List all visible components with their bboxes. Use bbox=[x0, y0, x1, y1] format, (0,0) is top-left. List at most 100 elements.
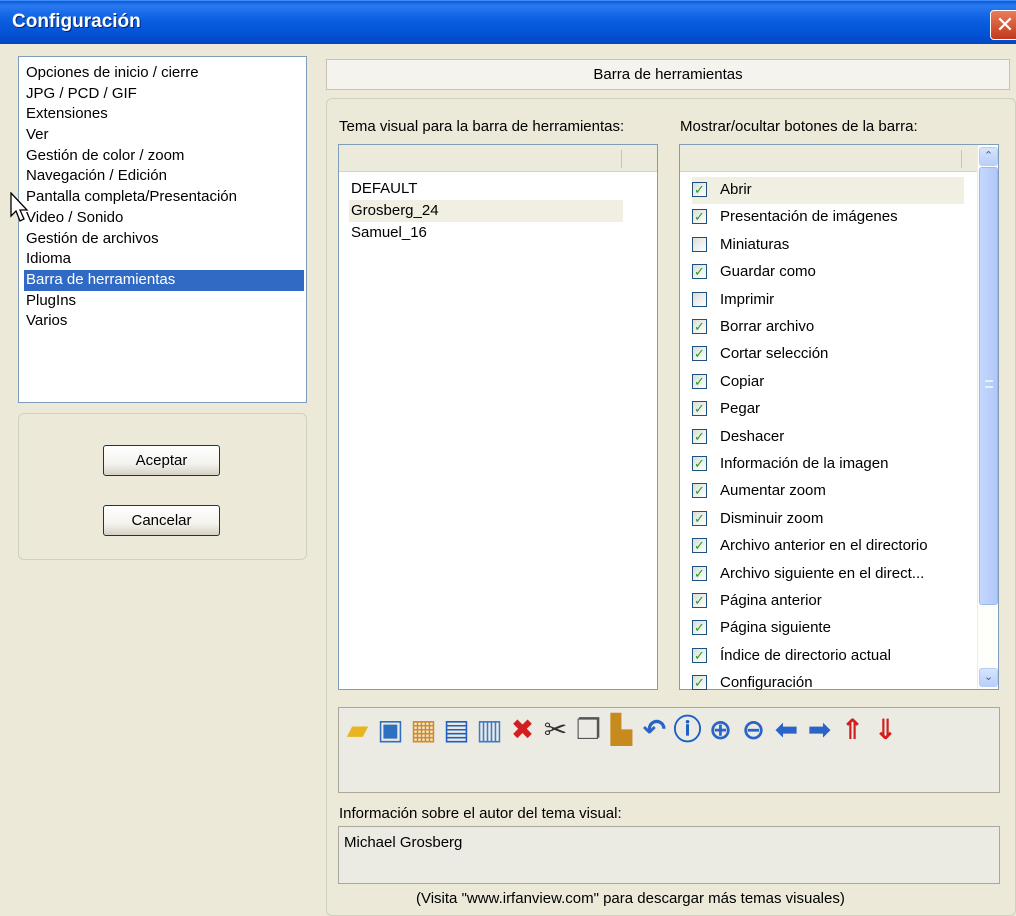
button-toggle-row[interactable]: ✓ Información de la imagen bbox=[692, 451, 964, 478]
category-item[interactable]: Extensiones bbox=[24, 104, 306, 125]
accept-button[interactable]: Aceptar bbox=[103, 445, 220, 476]
checkbox-checked[interactable]: ✓ bbox=[692, 456, 707, 471]
button-toggle-label: Índice de directorio actual bbox=[720, 646, 891, 664]
button-toggle-label: Página siguiente bbox=[720, 619, 831, 637]
close-icon: ✕ bbox=[995, 12, 1015, 37]
cut-icon: ✂ bbox=[543, 714, 568, 745]
checkbox-checked[interactable]: ✓ bbox=[692, 620, 707, 636]
checkbox-checked[interactable]: ✓ bbox=[692, 510, 707, 526]
button-toggle-label: Abrir bbox=[720, 181, 752, 198]
category-item[interactable]: Varios bbox=[24, 311, 306, 332]
button-toggle-row[interactable]: ✓ Presentación de imágenes bbox=[692, 204, 964, 231]
button-toggle-row[interactable]: ✓ Borrar archivo bbox=[692, 314, 964, 341]
button-toggle-row[interactable]: Imprimir bbox=[692, 287, 964, 314]
info-icon: ⓘ bbox=[673, 714, 702, 745]
checkbox-checked[interactable]: ✓ bbox=[692, 593, 707, 608]
button-toggle-label: Archivo siguiente en el direct... bbox=[720, 564, 925, 582]
zoom-out-icon: ⊖ bbox=[741, 714, 766, 745]
chevron-down-icon: ⌄ bbox=[983, 671, 994, 683]
button-toggle-row[interactable]: ✓ Deshacer bbox=[692, 424, 964, 451]
slideshow-icon: ▣ bbox=[377, 714, 404, 745]
category-item[interactable]: Gestión de color / zoom bbox=[24, 146, 306, 167]
button-toggle-label: Pegar bbox=[720, 400, 761, 418]
arrow-right-icon: ➡ bbox=[807, 714, 832, 745]
page-previous-icon: ⇑ bbox=[840, 714, 865, 745]
checkbox-checked[interactable]: ✓ bbox=[692, 483, 707, 499]
scroll-up-button[interactable]: ⌃ bbox=[979, 147, 998, 166]
button-toggle-label: Miniaturas bbox=[720, 235, 790, 253]
button-toggle-row[interactable]: ✓ Pegar bbox=[692, 396, 964, 423]
mouse-cursor-icon bbox=[10, 192, 29, 222]
button-toggle-row[interactable]: ✓ Aumentar zoom bbox=[692, 478, 964, 505]
checkbox-checked[interactable]: ✓ bbox=[692, 428, 707, 444]
button-toggle-row[interactable]: ✓ Copiar bbox=[692, 369, 964, 396]
scroll-down-button[interactable]: ⌄ bbox=[979, 668, 998, 687]
theme-item[interactable]: Samuel_16 bbox=[349, 222, 623, 244]
button-toggle-row[interactable]: ✓ Abrir bbox=[692, 177, 964, 204]
themes-listbox[interactable]: DEFAULT Grosberg_24 Samuel_16 bbox=[338, 144, 658, 690]
close-button[interactable]: ✕ bbox=[990, 10, 1016, 40]
page-next-icon: ⇓ bbox=[873, 714, 898, 745]
button-toggle-row[interactable]: ✓ Página siguiente bbox=[692, 615, 964, 642]
button-toggle-label: Cortar selección bbox=[720, 345, 829, 363]
button-toggle-row[interactable]: ✓ Guardar como bbox=[692, 259, 964, 286]
checkbox-checked[interactable]: ✓ bbox=[692, 565, 707, 581]
button-toggle-row[interactable]: ✓ Archivo siguiente en el direct... bbox=[692, 561, 964, 588]
checkbox-checked[interactable]: ✓ bbox=[692, 264, 707, 280]
category-item[interactable]: PlugIns bbox=[24, 291, 306, 312]
checkbox-checked[interactable]: ✓ bbox=[692, 401, 707, 417]
category-item[interactable]: Navegación / Edición bbox=[24, 166, 306, 187]
button-toggle-row[interactable]: ✓ Cortar selección bbox=[692, 341, 964, 368]
category-item[interactable]: Idioma bbox=[24, 249, 306, 270]
category-item[interactable]: Barra de herramientas bbox=[24, 269, 304, 291]
checkbox-checked[interactable]: ✓ bbox=[692, 647, 707, 663]
copy-icon: ❐ bbox=[575, 714, 602, 745]
category-item[interactable]: Gestión de archivos bbox=[24, 229, 306, 250]
undo-icon: ↶ bbox=[642, 714, 667, 745]
button-toggle-row[interactable]: ✓ Archivo anterior en el directorio bbox=[692, 533, 964, 560]
themes-list-header bbox=[339, 145, 657, 172]
theme-item[interactable]: Grosberg_24 bbox=[349, 200, 623, 222]
author-name: Michael Grosberg bbox=[344, 834, 463, 851]
footer-note: (Visita "www.irfanview.com" para descarg… bbox=[416, 890, 845, 907]
button-toggle-label: Imprimir bbox=[720, 290, 775, 308]
category-item[interactable]: Video / Sonido bbox=[24, 208, 306, 229]
checkbox-checked[interactable]: ✓ bbox=[692, 209, 707, 225]
buttons-list-label: Mostrar/ocultar botones de la barra: bbox=[680, 118, 918, 135]
column-separator bbox=[621, 150, 622, 168]
button-toggle-row[interactable]: ✓ Disminuir zoom bbox=[692, 506, 964, 533]
checkbox-unchecked[interactable] bbox=[692, 291, 707, 307]
chevron-up-icon: ⌃ bbox=[983, 150, 994, 162]
checkbox-unchecked[interactable] bbox=[692, 236, 707, 252]
checkbox-checked[interactable]: ✓ bbox=[692, 373, 707, 389]
button-toggle-label: Deshacer bbox=[720, 427, 785, 445]
save-icon: ▤ bbox=[443, 714, 470, 745]
toolbar-preview: ▰ ▣ ▦ ▤ ▥ ✖ ✂ ❐ ▙ ↶ ⓘ ⊕ ⊖ ⬅ ➡ ⇑ ⇓ bbox=[338, 707, 1000, 793]
checkbox-checked[interactable]: ✓ bbox=[692, 346, 707, 362]
button-toggle-row[interactable]: ✓ Página anterior bbox=[692, 588, 964, 615]
themes-label: Tema visual para la barra de herramienta… bbox=[339, 118, 625, 135]
button-toggle-row[interactable]: Miniaturas bbox=[692, 232, 964, 259]
category-item[interactable]: Ver bbox=[24, 125, 306, 146]
button-toggle-label: Copiar bbox=[720, 372, 765, 390]
button-toggle-row[interactable]: ✓ Configuración bbox=[692, 670, 964, 697]
scroll-thumb[interactable] bbox=[979, 167, 998, 605]
checkbox-checked[interactable]: ✓ bbox=[692, 675, 707, 691]
cancel-button[interactable]: Cancelar bbox=[103, 505, 220, 536]
button-toggle-label: Guardar como bbox=[720, 263, 816, 281]
buttons-checklist[interactable]: ✓ Abrir ✓ Presentación de imágenes Miniatura… bbox=[679, 144, 999, 691]
checkbox-checked[interactable]: ✓ bbox=[692, 319, 707, 334]
button-toggle-label: Presentación de imágenes bbox=[720, 208, 898, 226]
category-item[interactable]: Pantalla completa/Presentación bbox=[24, 187, 306, 208]
checkbox-checked[interactable]: ✓ bbox=[692, 182, 707, 197]
author-box: Michael Grosberg bbox=[338, 826, 1000, 884]
category-list[interactable]: Opciones de inicio / cierre JPG / PCD / G… bbox=[18, 56, 307, 403]
theme-item[interactable]: DEFAULT bbox=[349, 178, 623, 200]
button-toggle-row[interactable]: ✓ Índice de directorio actual bbox=[692, 643, 964, 670]
checkbox-checked[interactable]: ✓ bbox=[692, 538, 707, 554]
vertical-scrollbar[interactable]: ⌃ ⌄ bbox=[977, 145, 998, 689]
category-item[interactable]: JPG / PCD / GIF bbox=[24, 84, 306, 105]
window-title: Configuración bbox=[12, 11, 141, 32]
delete-icon: ✖ bbox=[510, 714, 535, 745]
category-item[interactable]: Opciones de inicio / cierre bbox=[24, 63, 306, 84]
